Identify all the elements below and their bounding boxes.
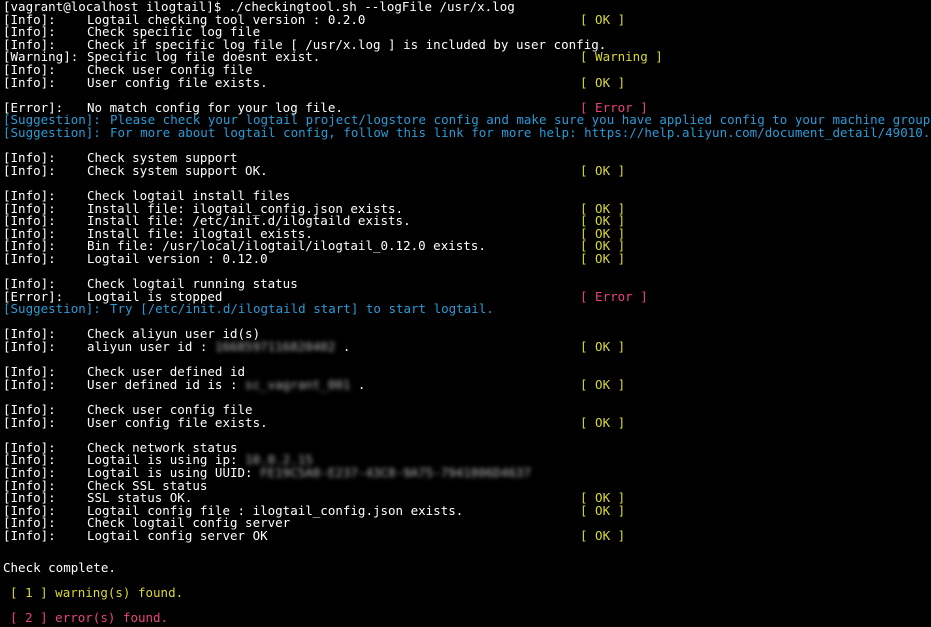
redacted-value: FE19C5A0-E237-43C8-9A75-7941806D4637 xyxy=(260,464,532,480)
status-badge-ok: [ OK ] xyxy=(580,527,626,543)
summary-count: 2 xyxy=(25,610,33,626)
log-level-tag: [Suggestion]: xyxy=(3,124,101,140)
log-message-suffix: . xyxy=(350,376,366,392)
summary-bracket: ] xyxy=(32,585,48,601)
check-complete-text: Check complete. xyxy=(3,560,116,576)
log-line-suggestion: [Suggestion]: Try [/etc/init.d/ilogtaild … xyxy=(3,301,931,317)
status-badge-ok: [ OK ] xyxy=(580,250,626,266)
log-level-tag: [Info]: xyxy=(3,414,56,430)
log-line-suggestion: [Suggestion]: For more about logtail conf… xyxy=(3,124,931,140)
log-message: Check system support OK. xyxy=(87,162,268,178)
log-level-tag: [Info]: xyxy=(3,339,56,355)
log-message: User config file exists. xyxy=(87,74,268,90)
log-level-tag: [Info]: xyxy=(3,527,56,543)
redacted-value: sc_vagrant_001 xyxy=(245,376,351,392)
status-badge-ok: [ OK ] xyxy=(580,74,626,90)
status-badge-ok: [ OK ] xyxy=(580,339,626,355)
log-line: [Info]: Check system support OK. [ OK ] xyxy=(3,162,931,178)
log-message: Try [/etc/init.d/ilogtaild start] to sta… xyxy=(110,301,494,317)
status-badge-ok: [ OK ] xyxy=(580,414,626,430)
redacted-value: 1668597116820402 xyxy=(214,339,336,355)
log-level-tag: [Suggestion]: xyxy=(3,301,101,317)
log-message: User config file exists. xyxy=(87,414,268,430)
log-level-tag: [Info]: xyxy=(3,250,56,266)
status-badge-err: [ Error ] xyxy=(580,288,648,304)
summary-count: 1 xyxy=(25,585,33,601)
log-line: [Info]: User config file exists. [ OK ] xyxy=(3,74,931,90)
summary: [ 1 ] warning(s) found.[ 2 ] error(s) fo… xyxy=(3,580,931,627)
status-badge-ok: [ OK ] xyxy=(580,502,626,518)
summary-bracket: [ xyxy=(10,585,26,601)
summary-bracket: [ xyxy=(10,610,26,626)
summary-text: error(s) found. xyxy=(47,610,169,626)
log-line: [Info]: aliyun user id : 1668597116820402… xyxy=(3,339,931,355)
log-message: User defined id is : xyxy=(87,376,246,392)
log-level-tag: [Info]: xyxy=(3,376,56,392)
status-badge-warn: [ Warning ] xyxy=(580,49,663,65)
status-badge-ok: [ OK ] xyxy=(580,376,626,392)
log-message: For more about logtail config, follow th… xyxy=(110,124,931,140)
terminal-window[interactable]: [vagrant@localhost ilogtail]$ ./checking… xyxy=(0,0,931,627)
log-message-suffix: . xyxy=(335,339,351,355)
status-badge-ok: [ OK ] xyxy=(580,162,626,178)
status-badge-ok: [ OK ] xyxy=(580,11,626,27)
log-message: Logtail config server OK xyxy=(87,527,268,543)
error-summary: [ 2 ] error(s) found. xyxy=(3,605,931,627)
terminal-output: [Info]: Logtail checking tool version : 0… xyxy=(3,11,931,556)
log-line: [Info]: Logtail config server OK [ OK ] xyxy=(3,527,931,543)
log-message: aliyun user id : xyxy=(87,339,215,355)
warning-summary: [ 1 ] warning(s) found. xyxy=(3,580,931,605)
log-message: Logtail version : 0.12.0 xyxy=(87,250,268,266)
log-line: [Info]: Logtail version : 0.12.0 [ OK ] xyxy=(3,250,931,266)
log-line: [Info]: User defined id is : sc_vagrant_0… xyxy=(3,376,931,392)
log-level-tag: [Info]: xyxy=(3,74,56,90)
check-complete-line: Check complete. xyxy=(3,555,931,580)
log-level-tag: [Info]: xyxy=(3,162,56,178)
log-line: [Info]: User config file exists. [ OK ] xyxy=(3,414,931,430)
summary-text: warning(s) found. xyxy=(47,585,184,601)
summary-bracket: ] xyxy=(32,610,48,626)
